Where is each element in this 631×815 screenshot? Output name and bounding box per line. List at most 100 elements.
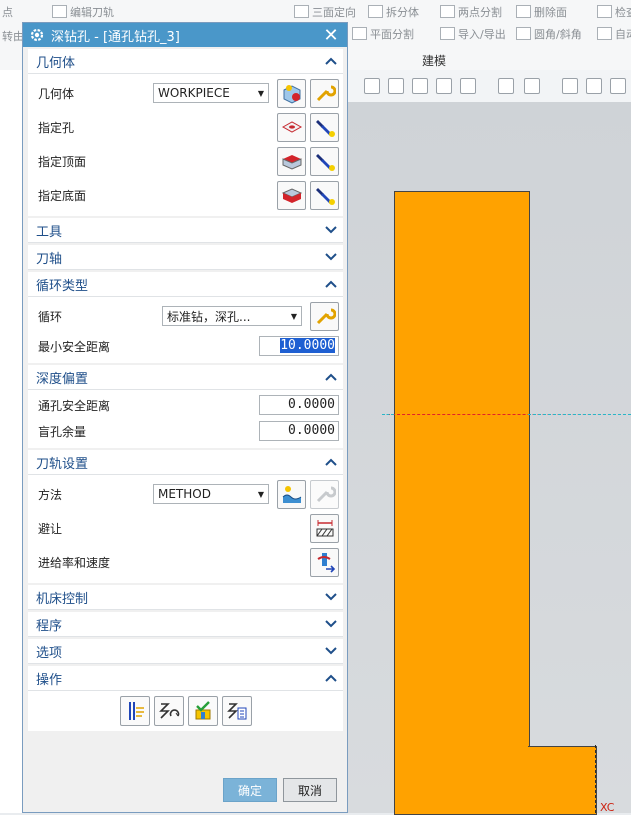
section-cycle-type-header[interactable]: 循环类型	[28, 272, 343, 297]
edit-method-button[interactable]	[310, 479, 339, 509]
section-geometry-header[interactable]: 几何体	[28, 49, 343, 74]
verify-button[interactable]	[187, 696, 218, 726]
list-button[interactable]	[221, 696, 252, 726]
cycle-select-value: 标准钻，深孔...	[167, 309, 251, 324]
geometry-select[interactable]: WORKPIECE ▼	[153, 83, 269, 103]
section-program-header[interactable]: 程序	[28, 612, 343, 637]
snap-icon[interactable]	[364, 78, 380, 94]
chevron-up-icon	[325, 57, 337, 65]
section-actions-header[interactable]: 操作	[28, 666, 343, 691]
two-point-icon	[440, 5, 455, 18]
ribbon-left-1[interactable]: 点	[2, 4, 13, 20]
replay-button[interactable]	[153, 696, 184, 726]
ribbon-auto[interactable]: 自动	[597, 26, 631, 42]
section-cycle-type-title: 循环类型	[36, 278, 89, 294]
navigator-strip[interactable]	[0, 70, 23, 813]
section-path-settings-header[interactable]: 刀轨设置	[28, 450, 343, 475]
method-label: 方法	[38, 487, 63, 502]
specify-top-button[interactable]	[277, 146, 306, 176]
ribbon-check[interactable]: 检查	[597, 4, 631, 20]
min-clearance-input[interactable]: 10.0000	[259, 336, 339, 356]
ribbon-delete-face[interactable]: 删除面	[516, 4, 567, 20]
actions-toolbar	[28, 691, 343, 731]
new-method-button[interactable]	[277, 479, 306, 509]
section-options-header[interactable]: 选项	[28, 639, 343, 664]
ribbon-split-body[interactable]: 拆分体	[368, 4, 419, 20]
section-tool-axis-header[interactable]: 刀轴	[28, 245, 343, 270]
edit-cycle-button[interactable]	[310, 301, 339, 331]
xc-axis-label: XC	[600, 801, 615, 814]
new-geometry-button[interactable]	[277, 78, 306, 108]
view-icon[interactable]	[586, 78, 602, 94]
method-select-value: METHOD	[158, 487, 211, 501]
box-select-icon[interactable]	[460, 78, 476, 94]
rotate-icon[interactable]	[610, 78, 626, 94]
ribbon-two-point-split[interactable]: 两点分割	[440, 4, 502, 20]
top-face-icon	[282, 155, 301, 170]
chevron-down-icon	[325, 620, 337, 628]
ribbon-plane-split[interactable]: 平面分割	[352, 26, 414, 42]
method-select[interactable]: METHOD ▼	[153, 484, 269, 504]
section-options: 选项	[28, 639, 343, 664]
cube-icon[interactable]	[524, 78, 540, 94]
list-icon	[226, 703, 246, 720]
chevron-down-icon	[325, 593, 337, 601]
chevron-down-icon	[325, 253, 337, 261]
edit-geometry-button[interactable]	[310, 78, 339, 108]
new-method-icon	[282, 486, 301, 503]
flashlight-icon	[315, 120, 335, 137]
cycle-row: 循环 标准钻，深孔... ▼	[28, 299, 343, 333]
geometry-row: 几何体 WORKPIECE ▼	[28, 76, 343, 110]
chevron-up-icon	[325, 674, 337, 682]
section-options-title: 选项	[36, 645, 63, 661]
chevron-up-icon	[325, 280, 337, 288]
geometry-label: 几何体	[38, 86, 75, 101]
specify-hole-button[interactable]	[277, 112, 306, 142]
min-clearance-row: 最小安全距离 10.0000	[28, 333, 343, 359]
section-tool-header[interactable]: 工具	[28, 218, 343, 243]
chevron-up-icon	[325, 458, 337, 466]
section-program: 程序	[28, 612, 343, 637]
check-icon	[597, 5, 612, 18]
blind-stock-input[interactable]: 0.0000	[259, 421, 339, 441]
ribbon-three-face[interactable]: 三面定向	[294, 4, 356, 20]
display-top-button[interactable]	[310, 146, 339, 176]
specify-bottom-button[interactable]	[277, 180, 306, 210]
ribbon-group-label: 建模	[422, 54, 447, 68]
hexagon-icon[interactable]	[412, 78, 428, 94]
section-depth-offset-header[interactable]: 深度偏置	[28, 365, 343, 390]
generate-button[interactable]	[119, 696, 150, 726]
display-hole-button[interactable]	[310, 112, 339, 142]
ribbon-left-2[interactable]: 转由	[2, 28, 24, 44]
section-depth-offset: 深度偏置 通孔安全距离 0.0000 盲孔余量 0.0000	[28, 365, 343, 448]
deep-drill-dialog: 深钻孔 - [通孔钻孔_3] ✕ 几何体 几何体 WORKPIECE ▼ 指定孔…	[22, 22, 348, 813]
ok-button[interactable]: 确定	[223, 778, 277, 802]
wrench-icon	[316, 85, 336, 102]
close-icon[interactable]: ✕	[321, 25, 341, 46]
cancel-button[interactable]: 取消	[283, 778, 337, 802]
select-icon[interactable]	[436, 78, 452, 94]
section-machine-control-header[interactable]: 机床控制	[28, 585, 343, 610]
generate-icon	[128, 702, 144, 720]
cycle-select[interactable]: 标准钻，深孔... ▼	[162, 306, 302, 326]
avoid-button[interactable]	[310, 513, 339, 543]
display-bottom-button[interactable]	[310, 180, 339, 210]
flashlight-icon	[315, 154, 335, 171]
bottom-face-icon	[281, 188, 302, 203]
hole-icon	[281, 121, 302, 133]
feeds-button[interactable]	[310, 547, 339, 577]
blind-stock-label: 盲孔余量	[38, 424, 87, 439]
zoom-icon[interactable]	[562, 78, 578, 94]
dialog-titlebar[interactable]: 深钻孔 - [通孔钻孔_3] ✕	[23, 23, 347, 47]
ribbon-import-export[interactable]: 导入/导出	[440, 26, 506, 42]
point-icon[interactable]	[388, 78, 404, 94]
shade-icon[interactable]	[498, 78, 514, 94]
avoid-row: 避让	[28, 511, 343, 545]
through-clearance-input[interactable]: 0.0000	[259, 395, 339, 415]
section-path-settings-title: 刀轨设置	[36, 456, 89, 472]
specify-top-row: 指定顶面	[28, 144, 343, 178]
section-tool: 工具	[28, 218, 343, 243]
ribbon-fillet[interactable]: 圆角/斜角	[516, 26, 582, 42]
ribbon-edit-toolpath[interactable]: 编辑刀轨	[52, 4, 114, 20]
section-path-settings: 刀轨设置 方法 METHOD ▼ 避让 进给率和速度	[28, 450, 343, 583]
